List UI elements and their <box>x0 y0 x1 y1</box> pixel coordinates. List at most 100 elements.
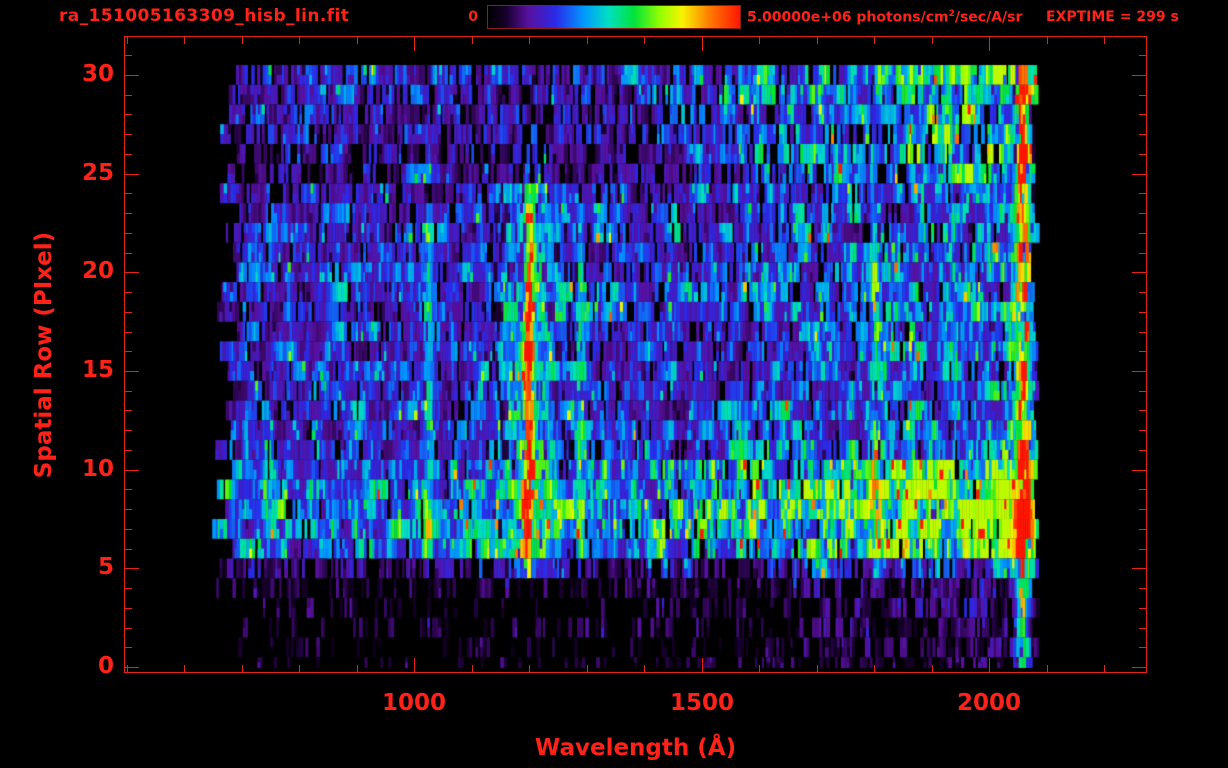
axis-tick <box>1132 371 1146 372</box>
axis-tick <box>1139 410 1146 411</box>
axis-tick <box>125 154 132 155</box>
x-tick-label: 1000 <box>381 690 446 716</box>
axis-tick <box>125 193 132 194</box>
x-tick-label: 1500 <box>669 690 734 716</box>
axis-tick <box>125 351 132 352</box>
axis-tick <box>1047 37 1048 44</box>
colorbar-units-tail: /sec/A/sr <box>954 9 1023 26</box>
axis-tick <box>125 647 132 648</box>
plot-frame <box>124 36 1147 673</box>
axis-tick <box>1104 665 1105 672</box>
axis-tick <box>1104 37 1105 44</box>
axis-tick <box>184 665 185 672</box>
axis-tick <box>125 95 132 96</box>
axis-tick <box>1139 233 1146 234</box>
axis-tick <box>125 489 132 490</box>
axis-tick <box>125 509 132 510</box>
axis-tick <box>299 37 300 44</box>
axis-tick <box>1139 391 1146 392</box>
axis-tick <box>1132 272 1146 273</box>
axis-tick <box>874 37 875 44</box>
axis-tick <box>125 272 139 273</box>
axis-tick <box>644 665 645 672</box>
y-tick-label: 15 <box>81 357 114 383</box>
axis-tick <box>1139 193 1146 194</box>
axis-tick <box>125 549 132 550</box>
axis-tick <box>1139 608 1146 609</box>
fits-quicklook-window: ra_151005163309_hisb_lin.fit 0 5.00000e+… <box>0 0 1228 768</box>
axis-tick <box>125 371 139 372</box>
axis-tick <box>125 608 132 609</box>
axis-tick <box>125 75 139 76</box>
axis-tick <box>125 450 132 451</box>
axis-tick <box>702 658 703 672</box>
axis-tick <box>874 665 875 672</box>
y-tick-label: 0 <box>97 653 114 679</box>
axis-tick <box>1139 95 1146 96</box>
axis-tick <box>1139 312 1146 313</box>
axis-tick <box>125 312 132 313</box>
y-tick-label: 30 <box>81 61 114 87</box>
colorbar-gradient <box>487 5 741 29</box>
axis-tick <box>1047 665 1048 672</box>
axis-tick <box>125 213 132 214</box>
colorbar-max-label: 5.00000e+06 photons/cm2/sec/A/sr <box>747 9 1022 26</box>
axis-tick <box>414 37 415 51</box>
axis-tick <box>702 37 703 51</box>
axis-tick <box>1139 55 1146 56</box>
axis-tick <box>125 529 132 530</box>
axis-tick <box>125 410 132 411</box>
axis-tick <box>1132 75 1146 76</box>
axis-tick <box>472 665 473 672</box>
axis-tick <box>125 588 132 589</box>
axis-tick <box>1139 351 1146 352</box>
colorbar-min-label: 0 <box>468 9 478 25</box>
axis-tick <box>127 37 128 44</box>
axis-tick <box>529 665 530 672</box>
axis-tick <box>644 37 645 44</box>
filename-title: ra_151005163309_hisb_lin.fit <box>59 6 350 26</box>
axis-tick <box>414 658 415 672</box>
exptime-label: EXPTIME = 299 s <box>1046 9 1179 25</box>
axis-tick <box>1139 509 1146 510</box>
axis-tick <box>1132 667 1146 668</box>
axis-tick <box>242 665 243 672</box>
colorbar-max-value: 5.00000e+06 <box>747 9 857 26</box>
axis-tick <box>989 37 990 51</box>
axis-tick <box>529 37 530 44</box>
axis-tick <box>1139 549 1146 550</box>
y-tick-label: 25 <box>81 160 114 186</box>
axis-tick <box>1139 450 1146 451</box>
axis-tick <box>1139 588 1146 589</box>
axis-tick <box>1132 470 1146 471</box>
axis-tick <box>1139 430 1146 431</box>
axis-tick <box>125 253 132 254</box>
axis-tick <box>357 37 358 44</box>
y-axis-title: Spatial Row (PIxel) <box>31 231 57 479</box>
axis-tick <box>932 665 933 672</box>
spectral-heatmap-canvas <box>125 37 1146 672</box>
axis-tick <box>932 37 933 44</box>
x-tick-label: 2000 <box>956 690 1021 716</box>
axis-tick <box>1139 647 1146 648</box>
axis-tick <box>1139 213 1146 214</box>
y-tick-label: 10 <box>81 456 114 482</box>
axis-tick <box>125 628 132 629</box>
axis-tick <box>1139 253 1146 254</box>
axis-tick <box>125 292 132 293</box>
axis-tick <box>989 658 990 672</box>
axis-tick <box>125 233 132 234</box>
axis-tick <box>125 332 132 333</box>
axis-tick <box>125 391 132 392</box>
axis-tick <box>587 37 588 44</box>
axis-tick <box>125 667 139 668</box>
axis-tick <box>817 37 818 44</box>
axis-tick <box>125 134 132 135</box>
axis-tick <box>1132 568 1146 569</box>
axis-tick <box>184 37 185 44</box>
axis-tick <box>587 665 588 672</box>
axis-tick <box>125 174 139 175</box>
y-tick-label: 20 <box>81 258 114 284</box>
x-axis-title: Wavelength (Å) <box>534 735 737 761</box>
axis-tick <box>1139 292 1146 293</box>
